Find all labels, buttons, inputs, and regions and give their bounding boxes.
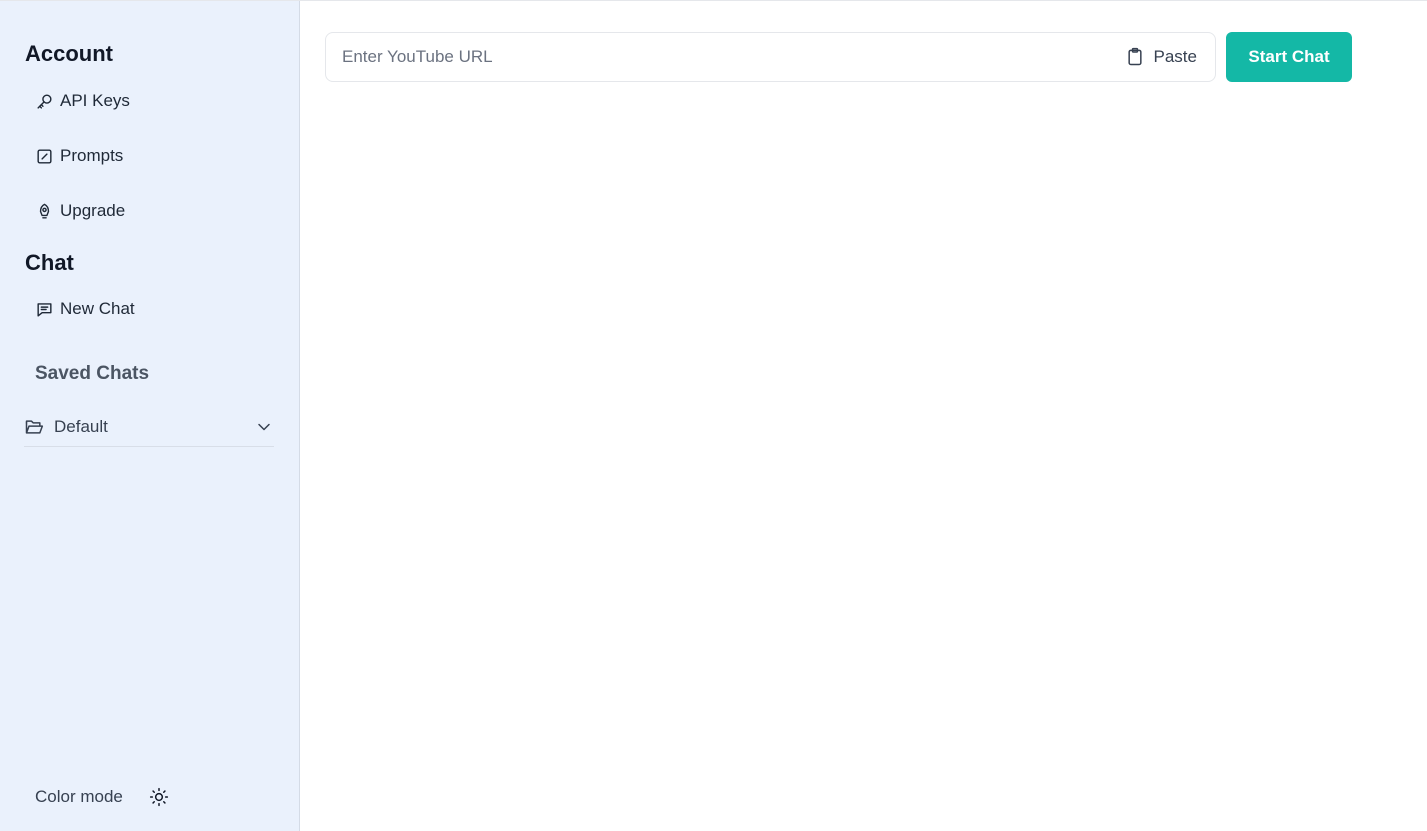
rocket-icon bbox=[39, 203, 50, 219]
start-chat-button[interactable]: Start Chat bbox=[1226, 32, 1352, 82]
sidebar-item-label: Prompts bbox=[60, 146, 124, 165]
sidebar-item-label: Upgrade bbox=[60, 201, 126, 220]
folder-label: Default bbox=[54, 417, 108, 436]
folder-default[interactable]: Default bbox=[24, 408, 274, 447]
edit-square-icon bbox=[37, 148, 52, 164]
sidebar-item-upgrade[interactable]: Upgrade bbox=[35, 201, 125, 221]
app-root: Account API Keys Prompts Upgrade Chat Ne bbox=[0, 0, 1427, 831]
sidebar-item-label: New Chat bbox=[60, 299, 135, 318]
chat-section-title: Chat bbox=[25, 250, 74, 275]
paste-label: Paste bbox=[1153, 47, 1197, 66]
folder-open-icon bbox=[25, 420, 44, 434]
account-section-title: Account bbox=[25, 41, 113, 66]
youtube-url-input[interactable] bbox=[342, 47, 1125, 67]
color-mode: Color mode bbox=[35, 787, 169, 807]
sidebar-item-prompts[interactable]: Prompts bbox=[35, 146, 123, 166]
saved-chats-title: Saved Chats bbox=[35, 363, 150, 384]
key-icon bbox=[37, 93, 52, 109]
paste-button[interactable]: Paste bbox=[1125, 47, 1197, 67]
sidebar: Account API Keys Prompts Upgrade Chat Ne bbox=[0, 1, 300, 831]
sidebar-item-api-keys[interactable]: API Keys bbox=[35, 91, 130, 111]
sidebar-item-new-chat[interactable]: New Chat bbox=[35, 299, 135, 319]
chevron-down-icon[interactable] bbox=[254, 417, 274, 437]
clipboard-icon bbox=[1127, 47, 1142, 66]
message-square-icon bbox=[37, 302, 52, 317]
theme-toggle-button[interactable] bbox=[149, 787, 169, 807]
main-content: Paste Start Chat bbox=[300, 1, 1427, 831]
color-mode-label: Color mode bbox=[35, 787, 123, 806]
sidebar-item-label: API Keys bbox=[60, 91, 130, 110]
sun-icon bbox=[149, 787, 168, 807]
url-input-container: Paste bbox=[325, 32, 1216, 82]
